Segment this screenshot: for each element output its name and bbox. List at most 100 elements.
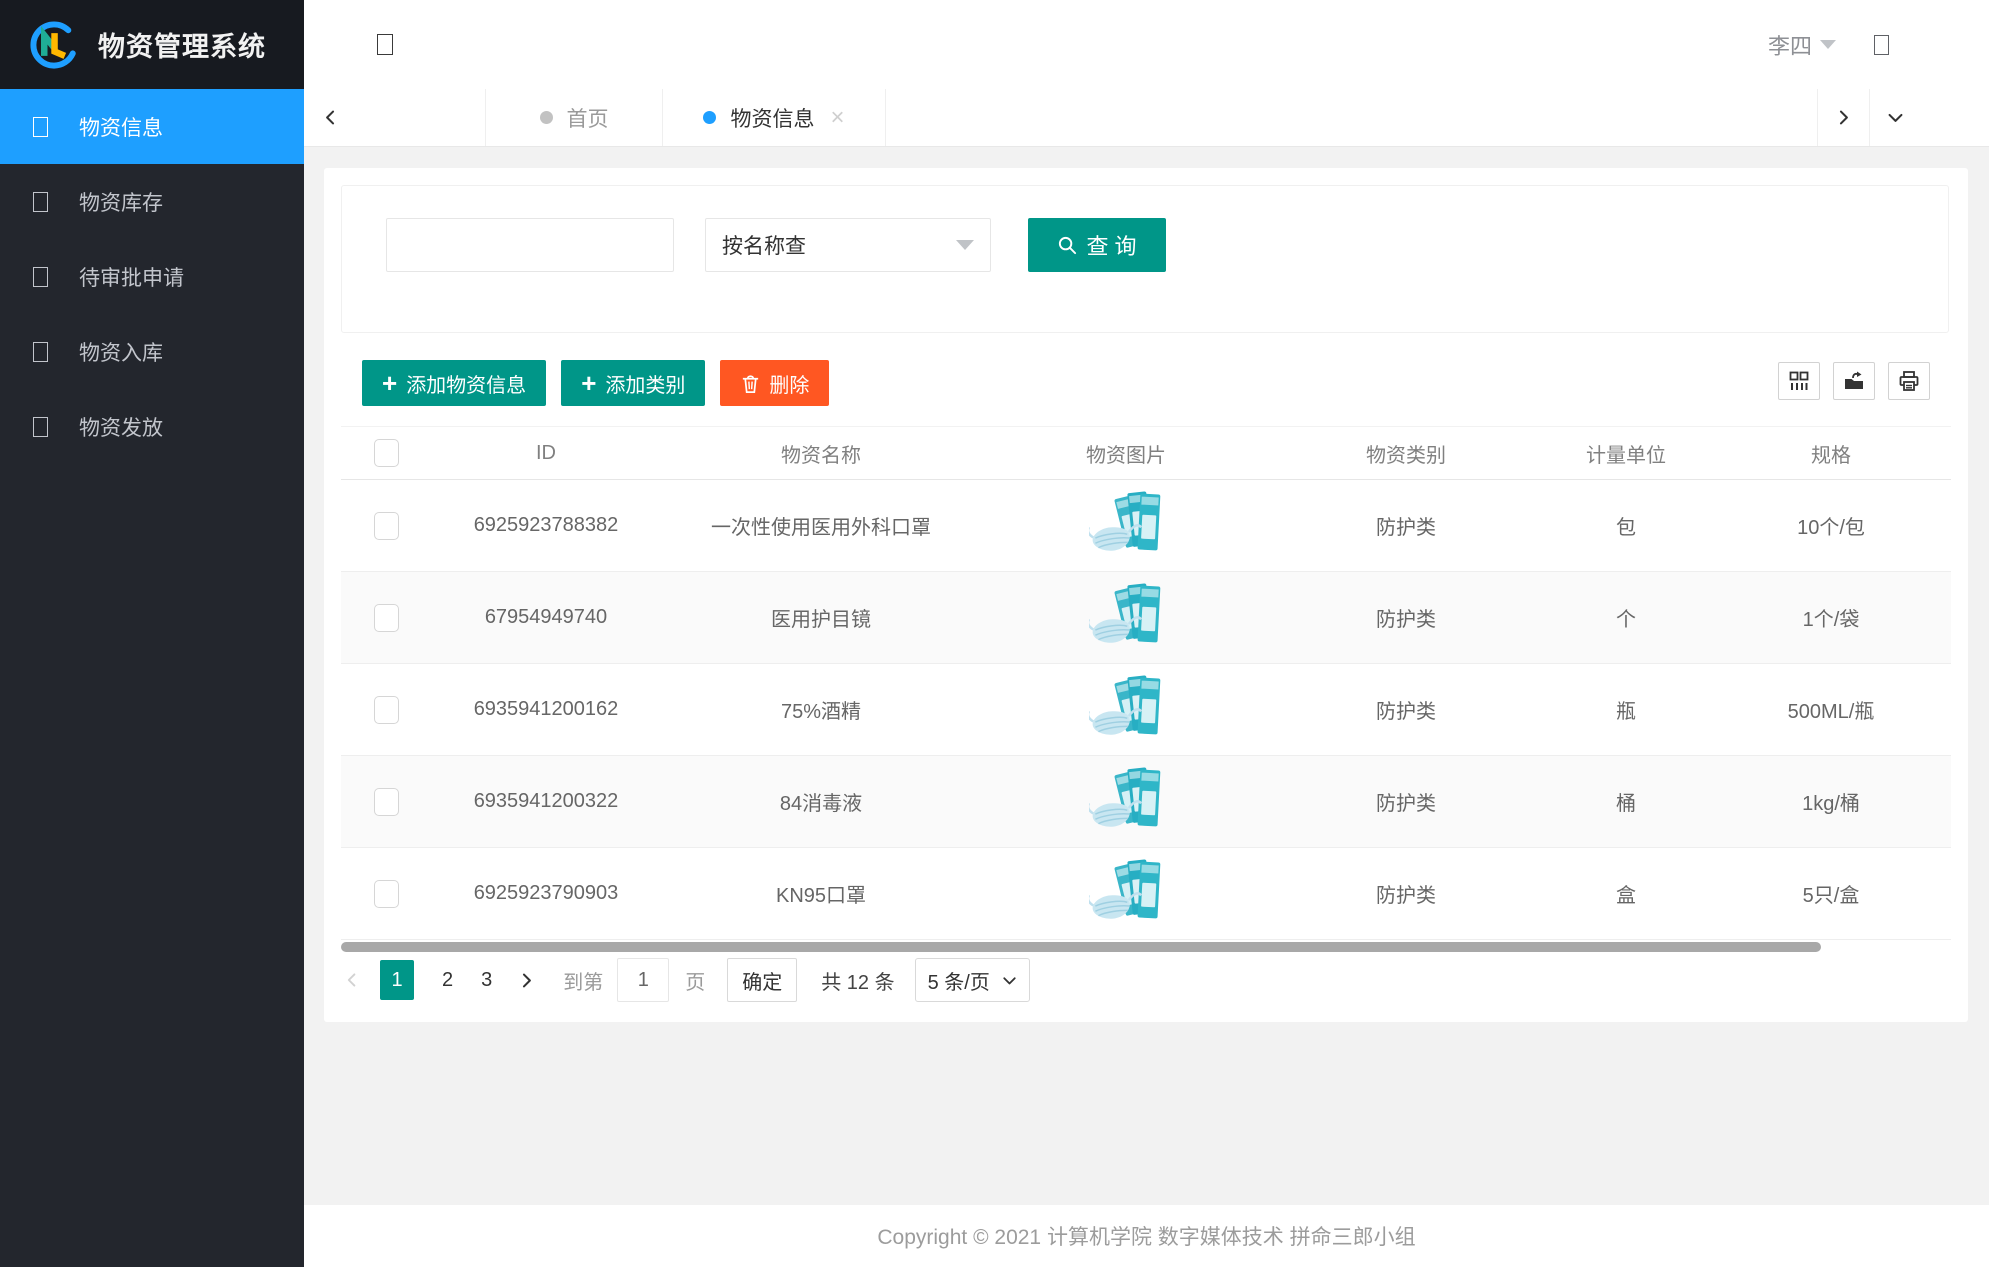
cell-name: KN95口罩 [661,879,981,908]
username[interactable]: 李四 [1768,29,1812,61]
grid-icon [1788,370,1810,392]
per-page-label: 5 条/页 [928,966,990,995]
tab-close-icon[interactable]: × [830,106,844,130]
row-checkbox[interactable] [374,604,399,632]
search-panel: 按名称查 查 询 [341,185,1949,333]
table-row: 67954949740 医用护目镜 防护类 个 1个/袋 [341,572,1951,664]
column-header-unit: 计量单位 [1541,439,1711,468]
row-checkbox[interactable] [374,512,399,540]
cell-name: 84消毒液 [661,787,981,816]
menu-item-label: 物资发放 [79,412,163,442]
keyword-input[interactable] [386,218,674,272]
cell-id: 6925923790903 [431,882,661,905]
chevron-left-icon [344,972,360,988]
menu-glyph-icon [33,192,48,212]
print-button[interactable] [1888,362,1930,400]
menu-item-label: 物资入库 [79,337,163,367]
tab-materials-info[interactable]: 物资信息 × [662,89,886,146]
content-card: 按名称查 查 询 + 添加物资信息 + 添加类别 删除 [324,168,1968,1022]
pagination-prev-button[interactable] [344,972,360,988]
plus-icon: + [382,370,397,396]
select-arrow-icon [956,240,974,250]
tab-label: 首页 [567,103,609,133]
cell-spec: 500ML/瓶 [1711,695,1951,724]
table-row: 6935941200162 75%酒精 防护类 瓶 500ML/瓶 [341,664,1951,756]
table-row: 6935941200322 84消毒液 防护类 桶 1kg/桶 [341,756,1951,848]
row-checkbox[interactable] [374,880,399,908]
column-header-category: 物资类别 [1271,439,1541,468]
cell-unit: 瓶 [1541,695,1711,724]
cell-unit: 包 [1541,511,1711,540]
page-footer: Copyright © 2021 计算机学院 数字媒体技术 拼命三郎小组 [304,1205,1989,1267]
pagination: 1 2 3 到第 页 确定 共 12 条 5 条/页 [344,958,1030,1002]
cell-unit: 盒 [1541,879,1711,908]
goto-page-input[interactable] [617,958,669,1002]
tab-status-dot [540,111,553,124]
delete-button[interactable]: 删除 [720,360,829,406]
pagination-page-3[interactable]: 3 [481,969,492,992]
cell-spec: 5只/盒 [1711,879,1951,908]
table-row: 6925923790903 KN95口罩 防护类 盒 5只/盒 [341,848,1951,940]
row-checkbox[interactable] [374,788,399,816]
header-action-icon[interactable] [1874,35,1889,55]
tab-status-dot [703,111,716,124]
filter-selected-label: 按名称查 [722,230,806,260]
pagination-next-button[interactable] [518,972,535,989]
user-area: 李四 [1768,0,1889,89]
export-button[interactable] [1833,362,1875,400]
cell-id: 6935941200162 [431,698,661,721]
print-icon [1898,370,1920,392]
materials-table: ID 物资名称 物资图片 物资类别 计量单位 规格 6925923788382 … [341,426,1951,940]
sidebar-item-materials-distribution[interactable]: 物资发放 [0,389,304,464]
menu-toggle-icon[interactable] [377,34,393,55]
product-image [1089,581,1163,655]
product-image [1089,765,1163,839]
cell-category: 防护类 [1271,787,1541,816]
sidebar-item-materials-stock[interactable]: 物资库存 [0,164,304,239]
add-category-button[interactable]: + 添加类别 [561,360,705,406]
tabs-scroll-left-button[interactable] [304,89,356,146]
sidebar-item-pending-approval[interactable]: 待审批申请 [0,239,304,314]
tabs-scroll-right-button[interactable] [1817,89,1869,146]
cell-category: 防护类 [1271,511,1541,540]
cell-category: 防护类 [1271,603,1541,632]
cell-name: 一次性使用医用外科口罩 [661,511,981,540]
goto-label: 到第 [563,966,603,995]
add-material-button[interactable]: + 添加物资信息 [362,360,546,406]
chevron-right-icon [518,972,535,989]
horizontal-scrollbar[interactable] [341,942,1821,952]
sidebar-item-materials-inbound[interactable]: 物资入库 [0,314,304,389]
app-title: 物资管理系统 [98,25,266,64]
pagination-page-1[interactable]: 1 [380,960,414,1000]
plus-icon: + [581,370,596,396]
row-checkbox[interactable] [374,696,399,724]
sidebar: 物资管理系统 物资信息 物资库存 待审批申请 物资入库 物资发放 [0,0,304,1267]
column-header-name: 物资名称 [661,439,981,468]
add-material-label: 添加物资信息 [406,369,526,398]
cell-category: 防护类 [1271,879,1541,908]
cell-name: 75%酒精 [661,695,981,724]
menu-item-label: 待审批申请 [79,262,184,292]
chevron-down-icon [1002,973,1017,988]
column-header-image: 物资图片 [981,439,1271,468]
search-button[interactable]: 查 询 [1028,218,1166,272]
tabs-dropdown-button[interactable] [1869,89,1921,146]
sidebar-item-materials-info[interactable]: 物资信息 [0,89,304,164]
columns-toggle-button[interactable] [1778,362,1820,400]
goto-confirm-button[interactable]: 确定 [727,958,797,1002]
select-all-checkbox[interactable] [374,439,399,467]
search-filter-select[interactable]: 按名称查 [705,218,991,272]
cell-spec: 1kg/桶 [1711,787,1951,816]
chevron-right-icon [1835,109,1852,126]
tab-home[interactable]: 首页 [485,89,662,146]
user-dropdown-icon[interactable] [1820,40,1836,49]
cell-unit: 个 [1541,603,1711,632]
delete-label: 删除 [769,369,809,398]
pagination-page-2[interactable]: 2 [442,969,453,992]
menu-glyph-icon [33,417,48,437]
table-header-row: ID 物资名称 物资图片 物资类别 计量单位 规格 [341,427,1951,480]
cell-id: 6925923788382 [431,514,661,537]
search-button-label: 查 询 [1086,229,1136,261]
per-page-select[interactable]: 5 条/页 [915,958,1030,1002]
logo-bar: 物资管理系统 [0,0,304,89]
